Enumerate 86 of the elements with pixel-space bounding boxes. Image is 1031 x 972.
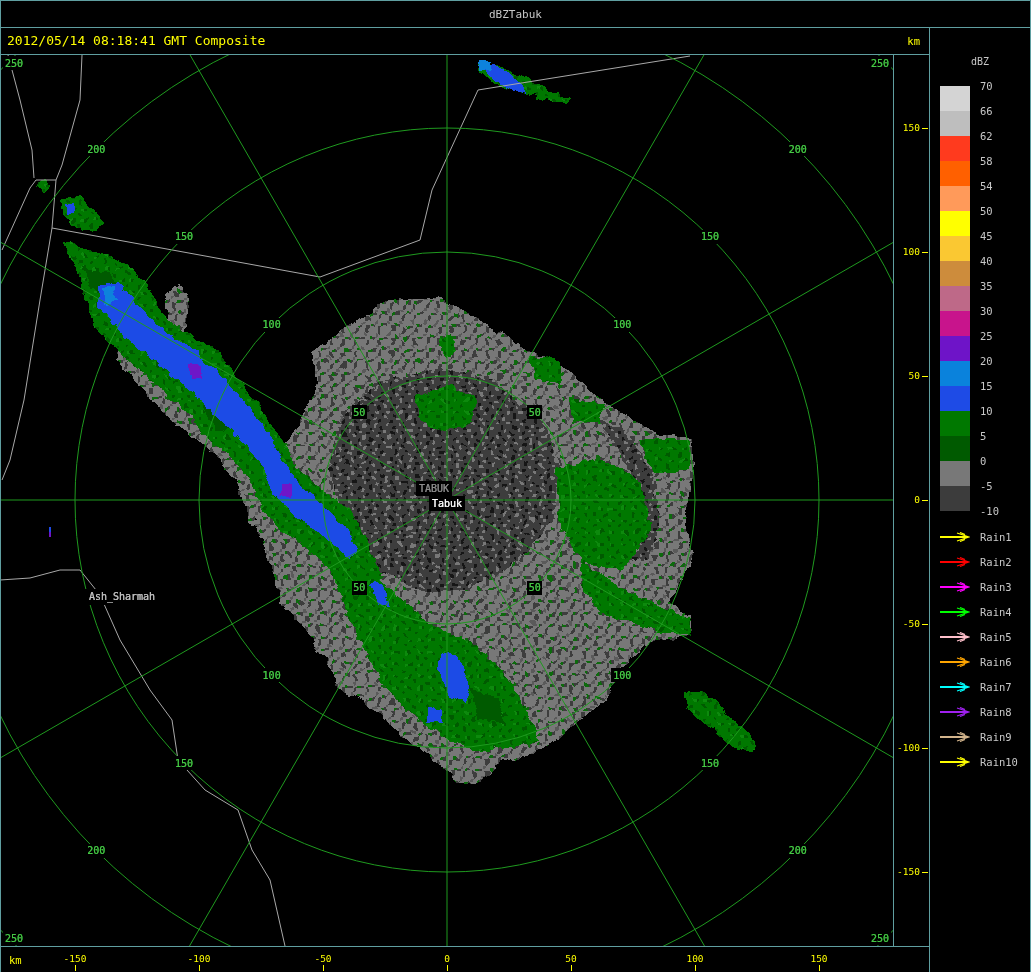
- legend-label: 30: [980, 305, 993, 317]
- axis-label: 100: [902, 246, 920, 258]
- range-label: 250: [870, 57, 890, 69]
- range-label: 200: [788, 845, 807, 857]
- axis-label: 0: [444, 953, 450, 965]
- legend-label: 40: [980, 255, 993, 267]
- range-label: 150: [701, 757, 720, 769]
- tick-mark: [922, 623, 928, 625]
- tick-mark: [922, 127, 928, 129]
- range-label: 100: [262, 319, 281, 331]
- legend-label: 10: [980, 405, 993, 417]
- legend-label: 50: [980, 205, 993, 217]
- legend-label: 54: [980, 180, 993, 192]
- tick-mark: [922, 747, 928, 749]
- axis-label: 0: [914, 494, 920, 506]
- legend-label: 5: [980, 430, 987, 442]
- range-label: 200: [87, 845, 106, 857]
- tick-mark: [922, 499, 928, 501]
- timestamp-label: 2012/05/14 08:18:41 GMT Composite: [7, 33, 266, 49]
- tick-mark: [922, 375, 928, 377]
- legend-title: dBZ: [970, 56, 990, 67]
- legend-label: 25: [980, 330, 993, 342]
- unit-label: km: [9, 954, 22, 966]
- axis-label: 150: [902, 122, 920, 134]
- tick-mark: [818, 965, 820, 971]
- legend-label: -5: [980, 480, 993, 492]
- tick-mark: [694, 965, 696, 971]
- axis-label: 50: [565, 953, 577, 965]
- track-label: Rain5: [980, 630, 1012, 643]
- legend-label: 35: [980, 280, 993, 292]
- track-label: Rain3: [980, 580, 1012, 593]
- track-label: Rain10: [980, 755, 1018, 768]
- range-label: 250: [4, 932, 24, 944]
- axis-label: -50: [902, 618, 920, 630]
- tick-mark: [446, 965, 448, 971]
- axis-label: -150: [897, 866, 920, 878]
- place-label: Tabuk: [431, 498, 463, 509]
- axis-label: 100: [686, 953, 704, 965]
- legend-label: 66: [980, 105, 993, 117]
- rain-cell-drawing: [36, 180, 104, 230]
- track-label: Rain4: [980, 605, 1012, 618]
- window-title: dBZTabuk: [489, 7, 542, 21]
- range-label: 150: [701, 231, 720, 243]
- track-label: Rain9: [980, 730, 1012, 743]
- axis-label: -100: [187, 953, 211, 965]
- legend-label: 15: [980, 380, 993, 392]
- place-label: Ash_Sharmah: [88, 591, 156, 602]
- legend-label: 20: [980, 355, 993, 367]
- range-label: 50: [353, 406, 366, 418]
- legend-label: -10: [980, 505, 999, 517]
- range-label: 100: [262, 669, 281, 681]
- range-label: 250: [4, 57, 24, 69]
- track-label: Rain7: [980, 680, 1012, 693]
- range-label: 50: [528, 406, 541, 418]
- place-label: TABUK: [418, 483, 450, 494]
- axis-label: 50: [908, 370, 920, 382]
- range-label: 100: [613, 669, 632, 681]
- track-label: Rain6: [980, 655, 1012, 668]
- legend-label: 58: [980, 155, 993, 167]
- axis-label: -50: [314, 953, 332, 965]
- tick-mark: [922, 871, 928, 873]
- range-label: 50: [353, 582, 366, 594]
- range-label: 200: [788, 143, 807, 155]
- tick-mark: [74, 965, 76, 971]
- legend-label: 70: [980, 80, 993, 92]
- axis-label: -100: [897, 742, 920, 754]
- legend-label: 62: [980, 130, 993, 142]
- tick-mark: [570, 965, 572, 971]
- tick-mark: [922, 251, 928, 253]
- track-label: Rain2: [980, 555, 1012, 568]
- range-label: 50: [528, 582, 541, 594]
- axis-label: -150: [63, 953, 87, 965]
- axis-label: 150: [810, 953, 828, 965]
- range-label: 150: [174, 231, 193, 243]
- track-label: Rain1: [980, 530, 1012, 543]
- range-label: 100: [613, 319, 632, 331]
- tick-mark: [322, 965, 324, 971]
- tick-mark: [198, 965, 200, 971]
- legend-label: 45: [980, 230, 993, 242]
- range-label: 250: [870, 932, 890, 944]
- unit-label: km: [907, 35, 920, 47]
- range-label: 200: [87, 143, 106, 155]
- rain-cell-drawing: [684, 690, 756, 752]
- legend-label: 0: [980, 455, 987, 467]
- track-label: Rain8: [980, 705, 1012, 718]
- range-label: 150: [174, 757, 193, 769]
